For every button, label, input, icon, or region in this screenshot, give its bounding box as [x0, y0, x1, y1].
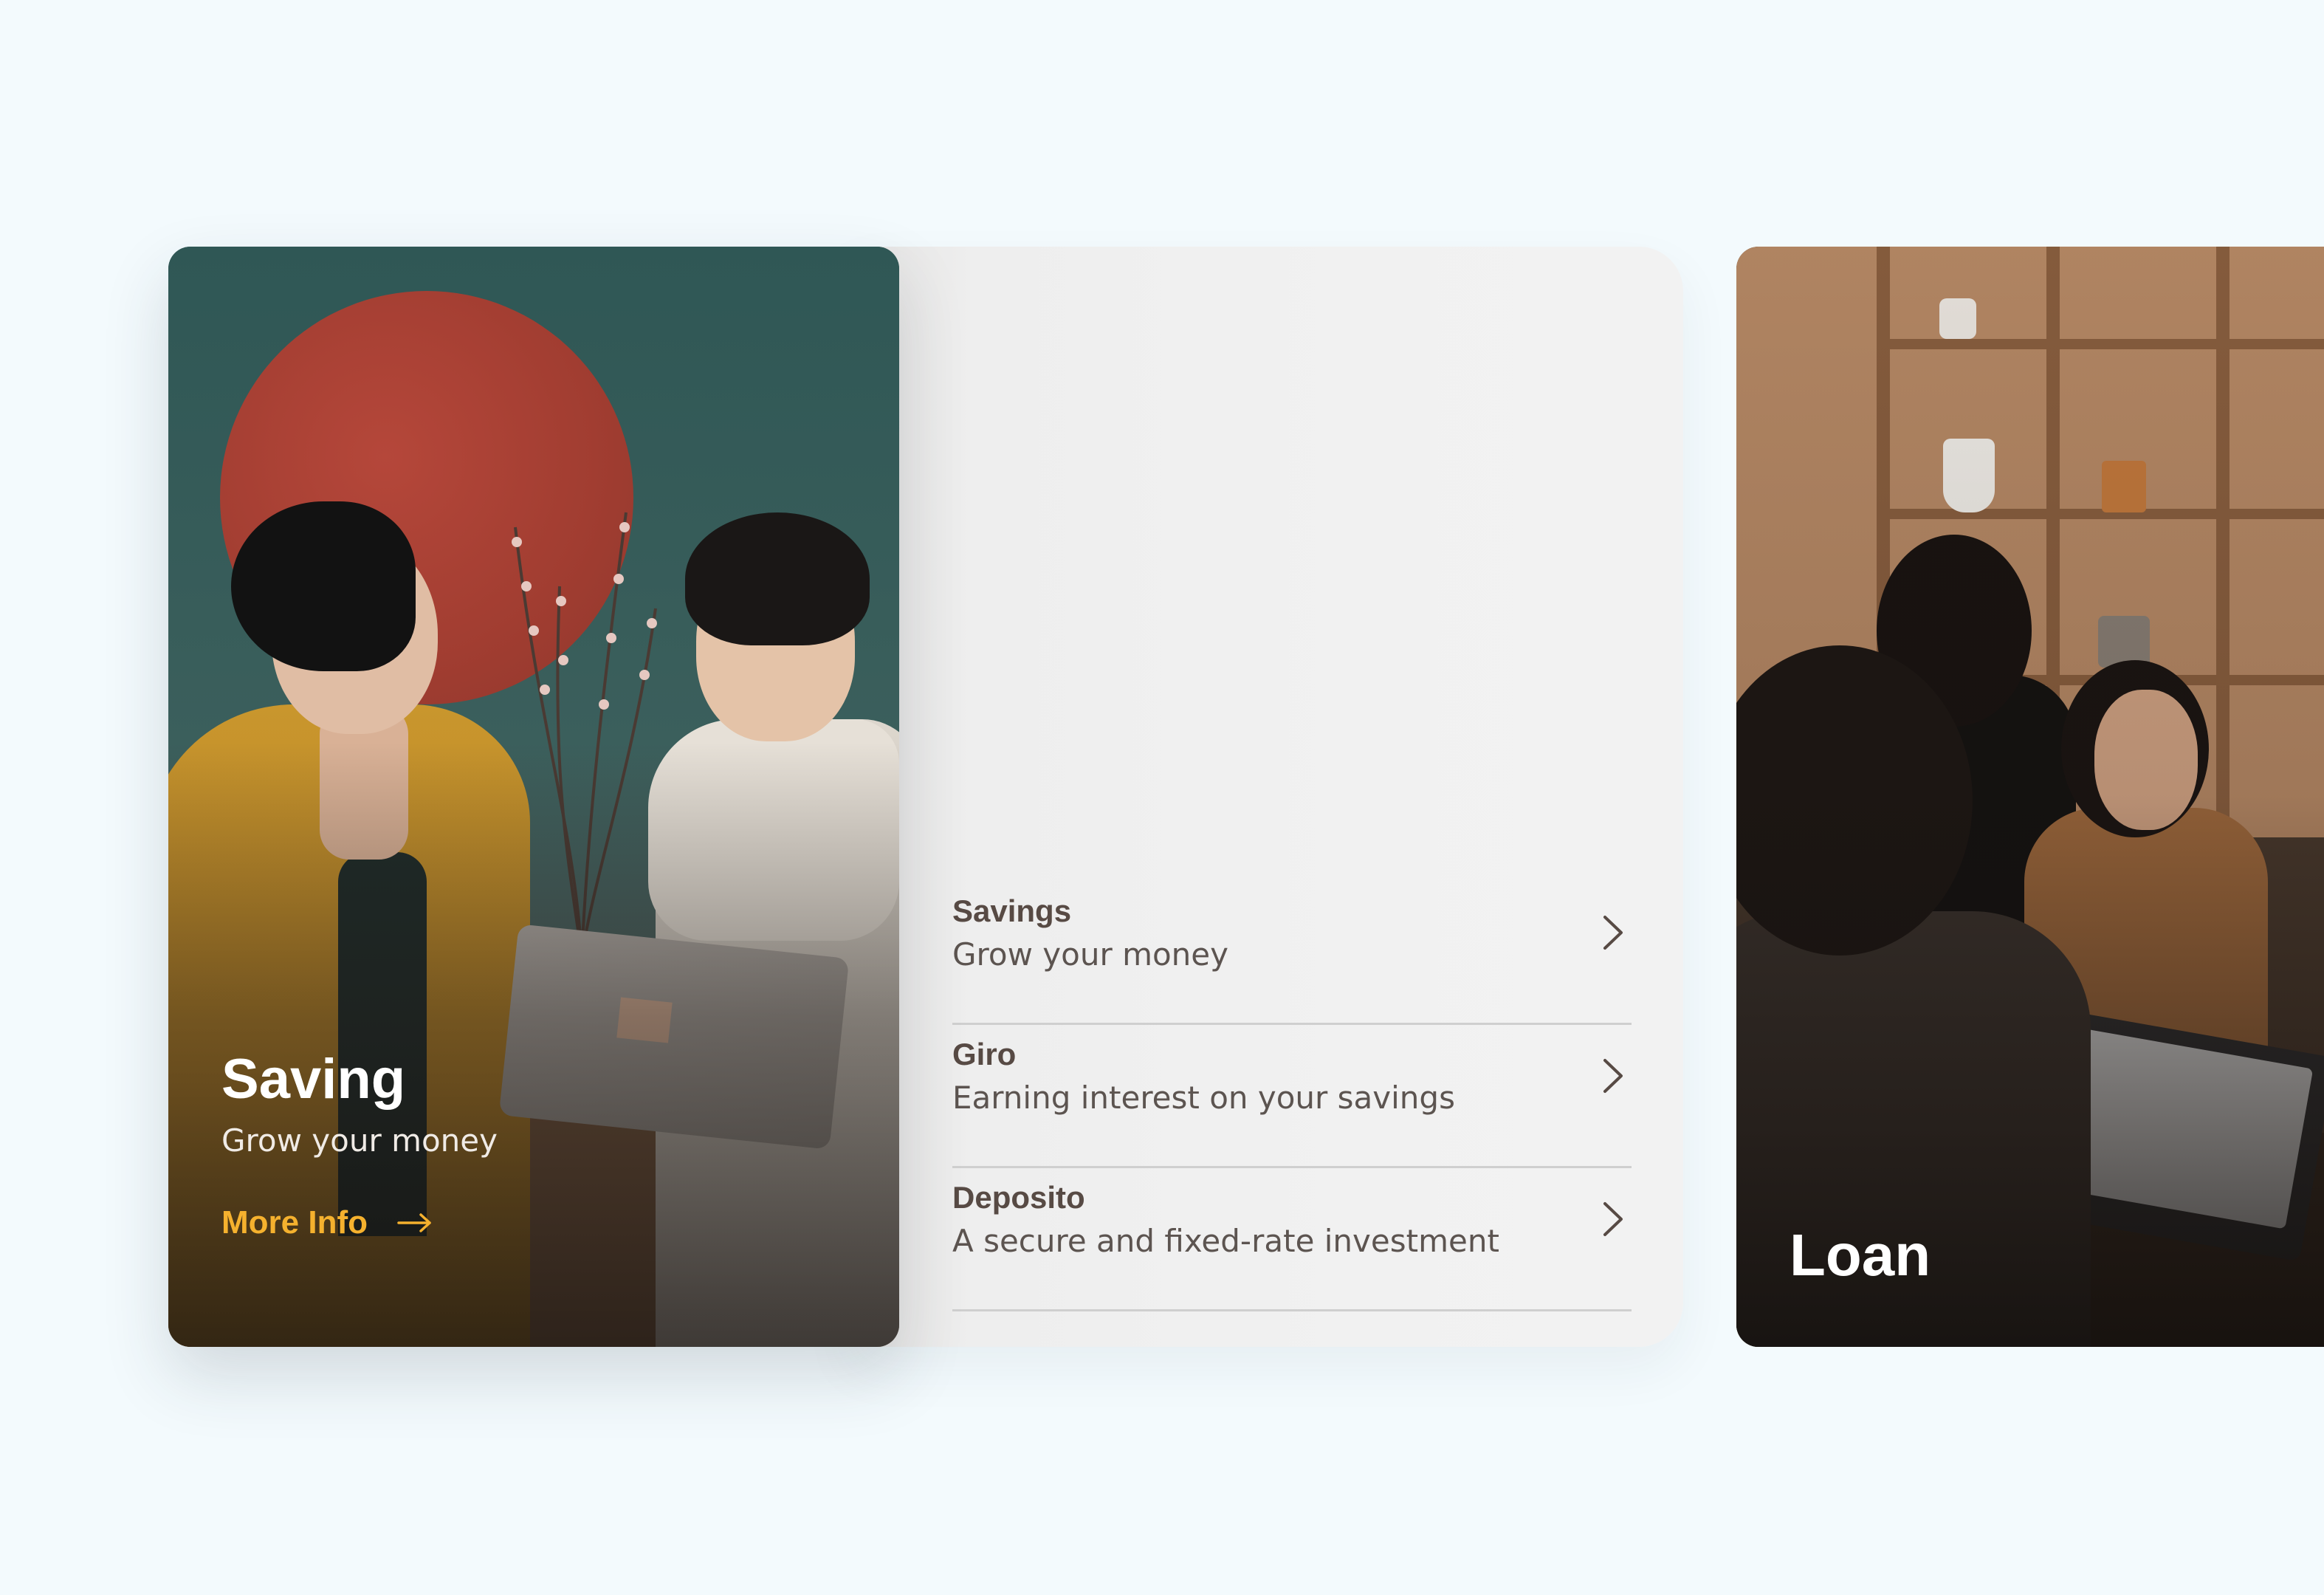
loan-card[interactable]: Loan [1736, 247, 2324, 1347]
arrow-right-icon [397, 1213, 431, 1232]
product-name: Deposito [952, 1180, 1085, 1215]
product-row-savings[interactable]: Savings Grow your money [952, 882, 1632, 1025]
product-description: Earning interest on your savings [952, 1080, 1455, 1116]
card-title: Loan [1790, 1222, 1931, 1288]
card-carousel: Savings Grow your money Giro Earning int… [0, 0, 2324, 1595]
product-detail-panel: Savings Grow your money Giro Earning int… [849, 247, 1683, 1347]
saving-card-caption: Saving Grow your money More Info [221, 1052, 498, 1241]
product-description: Grow your money [952, 936, 1229, 973]
product-name: Savings [952, 893, 1072, 928]
product-row-deposito[interactable]: Deposito A secure and fixed-rate investm… [952, 1168, 1632, 1311]
chevron-right-icon [1603, 916, 1623, 950]
more-info-link[interactable]: More Info [221, 1204, 498, 1241]
photo-gradient-overlay [1736, 247, 2324, 1347]
product-description: A secure and fixed-rate investment [952, 1223, 1499, 1259]
card-subtitle: Grow your money [221, 1122, 498, 1159]
chevron-right-icon [1603, 1202, 1623, 1236]
saving-card[interactable]: Saving Grow your money More Info [168, 247, 899, 1347]
card-title: Saving [221, 1048, 406, 1111]
product-row-giro[interactable]: Giro Earning interest on your savings [952, 1025, 1632, 1168]
more-info-label: More Info [221, 1204, 368, 1241]
product-name: Giro [952, 1037, 1017, 1071]
chevron-right-icon [1603, 1059, 1623, 1093]
product-list: Savings Grow your money Giro Earning int… [952, 882, 1632, 1311]
